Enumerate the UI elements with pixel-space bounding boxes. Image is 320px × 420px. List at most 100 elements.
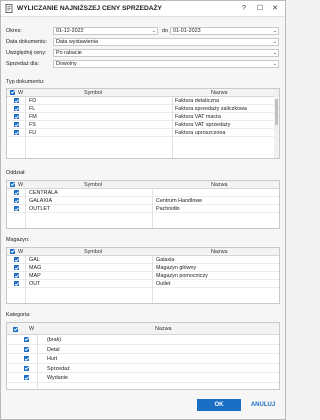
header-w: W xyxy=(18,249,24,255)
period-from-value: 01-12-2022 xyxy=(56,28,84,34)
row-checkbox[interactable] xyxy=(14,198,19,204)
table-row[interactable]: FM Faktura VAT marża xyxy=(7,113,279,121)
period-to-field[interactable]: 01-01-2023 ⌄ xyxy=(170,27,279,35)
category-section-label: Kategoria: xyxy=(6,312,31,318)
row-checkbox[interactable] xyxy=(24,337,29,342)
chevron-down-icon: ⌄ xyxy=(151,28,156,34)
row-name: Faktura VAT sprzedaży xyxy=(175,122,231,129)
row-symbol: OUT xyxy=(29,281,41,288)
row-symbol: MAP xyxy=(29,273,41,280)
grid-column-divider xyxy=(25,97,26,158)
warehouse-section-label: Magazyn: xyxy=(6,237,30,243)
row-checkbox[interactable] xyxy=(14,98,19,104)
row-checkbox[interactable] xyxy=(14,130,19,136)
row-checkbox[interactable] xyxy=(14,265,19,271)
header-symbol: Symbol xyxy=(84,90,102,96)
sale-for-label: Sprzedaż dla: xyxy=(6,61,39,67)
doc-date-select[interactable]: Data wystawienia ⌄ xyxy=(53,38,279,46)
row-checkbox[interactable] xyxy=(14,281,19,287)
cancel-button[interactable]: ANULUJ xyxy=(244,399,282,411)
row-name: Sprzedaż xyxy=(47,365,70,372)
sale-for-value: Dowolny xyxy=(56,61,77,67)
title-bar: WYLICZANIE NAJNIŻSZEJ CENY SPRZEDAŻY ? ☐… xyxy=(1,1,285,17)
select-all-checkbox[interactable] xyxy=(10,90,15,95)
row-name: Outlet xyxy=(156,281,171,288)
row-checkbox[interactable] xyxy=(24,356,29,362)
row-name: Magazyn pomocniczy xyxy=(156,273,208,280)
header-name: Nazwa xyxy=(155,326,172,332)
table-row[interactable]: Detal xyxy=(7,345,279,355)
header-symbol: Symbol xyxy=(84,249,102,255)
grid-header: W Symbol Nazwa xyxy=(7,248,279,256)
row-name: (brak) xyxy=(47,337,62,343)
table-row[interactable]: FD Faktura detaliczna xyxy=(7,97,279,105)
table-row[interactable]: (brak) xyxy=(7,335,279,345)
row-name: Faktura detaliczna xyxy=(175,98,220,105)
table-row[interactable]: GALAXIA Centrum Handlowe xyxy=(7,197,279,205)
row-checkbox[interactable] xyxy=(24,346,29,352)
header-w: W xyxy=(18,90,24,96)
sale-for-select[interactable]: Dowolny ⌄ xyxy=(53,60,279,68)
app-document-icon xyxy=(5,4,13,13)
table-row[interactable]: Sprzedaż xyxy=(7,364,279,374)
table-row[interactable]: MAG Magazyn główny xyxy=(7,264,279,272)
row-checkbox[interactable] xyxy=(24,365,29,371)
close-button[interactable]: ✕ xyxy=(269,3,281,15)
header-w: W xyxy=(29,326,35,332)
doc-date-value: Data wystawienia xyxy=(56,39,98,45)
chevron-down-icon: ⌄ xyxy=(272,39,277,45)
period-label: Okres: xyxy=(6,28,22,34)
table-row[interactable]: FS Faktura VAT sprzedaży xyxy=(7,121,279,129)
period-row: Okres: 01-12-2022 ⌄ do 01-01-2023 ⌄ xyxy=(6,27,280,35)
table-row[interactable]: MAP Magazyn pomocniczy xyxy=(7,272,279,280)
header-name: Nazwa xyxy=(211,249,228,255)
row-name: Magazyn główny xyxy=(156,265,197,272)
doc-type-scrollbar[interactable] xyxy=(274,89,279,158)
include-prices-select[interactable]: Po rabacie ⌄ xyxy=(53,49,279,57)
grid-header: W Symbol Nazwa xyxy=(7,181,279,189)
header-name: Nazwa xyxy=(211,182,228,188)
chevron-down-icon: ⌄ xyxy=(272,28,277,34)
warehouse-grid: W Symbol Nazwa GAL Galaxia MAG Magazyn głó… xyxy=(6,247,280,304)
row-name: Faktura VAT marża xyxy=(175,114,221,121)
dialog-title: WYLICZANIE NAJNIŻSZEJ CENY SPRZEDAŻY xyxy=(17,5,162,12)
row-name: Wydanie xyxy=(47,375,68,382)
grid-column-divider xyxy=(152,189,153,228)
scrollbar-thumb[interactable] xyxy=(275,99,278,125)
table-row[interactable]: Wydanie xyxy=(7,373,279,383)
row-name: Galaxia xyxy=(156,257,175,264)
period-to-value: 01-01-2023 xyxy=(173,28,201,34)
row-checkbox[interactable] xyxy=(14,273,19,279)
period-from-field[interactable]: 01-12-2022 ⌄ xyxy=(53,27,158,35)
ok-button[interactable]: OK xyxy=(197,399,241,411)
branch-section-label: Oddział: xyxy=(6,170,26,176)
table-row[interactable]: GAL Galaxia xyxy=(7,256,279,264)
table-row[interactable]: OUT Outlet xyxy=(7,280,279,288)
dialog-window: WYLICZANIE NAJNIŻSZEJ CENY SPRZEDAŻY ? ☐… xyxy=(0,0,286,420)
table-row[interactable]: FL Faktura sprzedaży zaliczkowa xyxy=(7,105,279,113)
table-row[interactable]: Hurt xyxy=(7,354,279,364)
row-symbol: FL xyxy=(29,106,36,113)
sale-for-row: Sprzedaż dla: Dowolny ⌄ xyxy=(6,60,280,68)
row-checkbox[interactable] xyxy=(14,106,19,112)
table-row[interactable]: CENTRALA xyxy=(7,189,279,197)
row-checkbox[interactable] xyxy=(14,206,19,212)
select-all-checkbox[interactable] xyxy=(13,326,18,332)
row-symbol: FD xyxy=(29,98,37,105)
row-checkbox[interactable] xyxy=(14,114,19,120)
maximize-button[interactable]: ☐ xyxy=(254,3,266,15)
help-button[interactable]: ? xyxy=(238,3,250,15)
row-checkbox[interactable] xyxy=(14,257,19,263)
grid-column-divider xyxy=(172,97,173,158)
doc-date-label: Data dokumentu: xyxy=(6,39,48,45)
table-row[interactable]: OUTLET Pachnidło xyxy=(7,205,279,213)
row-checkbox[interactable] xyxy=(14,122,19,128)
grid-header: W Symbol Nazwa xyxy=(7,89,279,97)
row-checkbox[interactable] xyxy=(24,375,29,381)
row-checkbox[interactable] xyxy=(14,190,19,196)
grid-column-divider xyxy=(152,256,153,303)
branch-grid: W Symbol Nazwa CENTRALA GALAXIA Centrum H… xyxy=(6,180,280,229)
select-all-checkbox[interactable] xyxy=(10,249,15,254)
select-all-checkbox[interactable] xyxy=(10,182,15,187)
table-row[interactable]: FU Faktura uproszczona xyxy=(7,129,279,137)
